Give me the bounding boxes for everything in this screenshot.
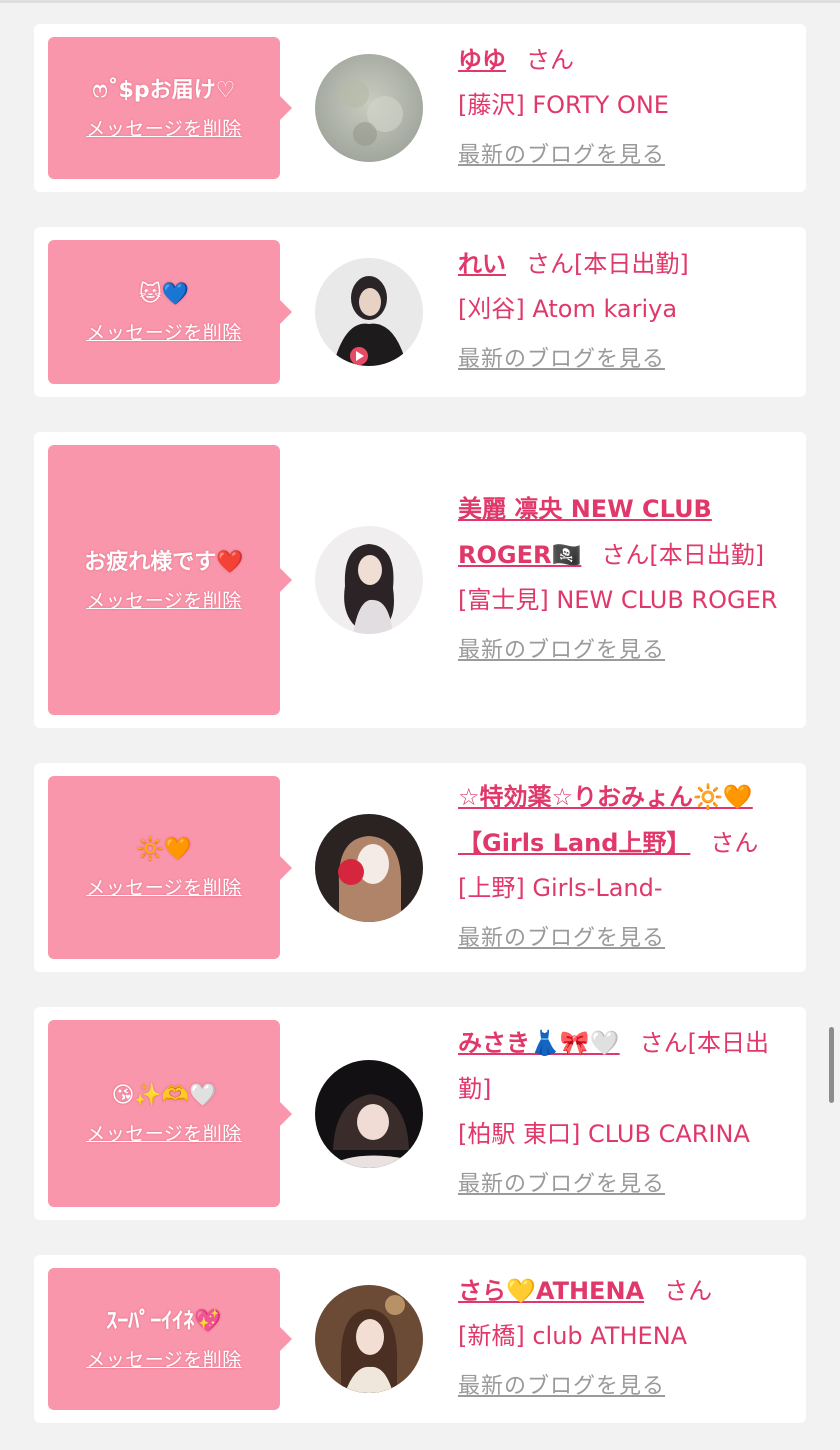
- avatar[interactable]: [315, 526, 423, 634]
- shop-label: [新橋] club ATHENA: [458, 1322, 688, 1350]
- message-bubble: 🐱💙 メッセージを削除: [48, 240, 292, 384]
- shop-label: [上野] Girls-Land-: [458, 873, 663, 902]
- message-bubble: お疲れ様です❤️ メッセージを削除: [48, 445, 292, 715]
- delete-message-link[interactable]: メッセージを削除: [86, 1345, 242, 1372]
- avatar[interactable]: [315, 813, 423, 922]
- avatar[interactable]: [315, 1285, 423, 1393]
- message-bubble: 😘✨🫶🤍 メッセージを削除: [48, 1020, 292, 1207]
- message-list: ෆ˚$pお届け♡ メッセージを削除 ゆゆ さん [藤沢] FORTY ONE 最新…: [34, 24, 806, 1423]
- avatar[interactable]: [315, 258, 423, 366]
- avatar-image: [315, 526, 423, 634]
- message-bubble: ｽｰﾊﾟｰｲｲﾈ💖 メッセージを削除: [48, 1268, 292, 1410]
- avatar-image: [315, 813, 423, 922]
- sender-suffix: さん: [526, 46, 574, 74]
- message-text: ｽｰﾊﾟｰｲｲﾈ💖: [106, 1308, 222, 1334]
- shop-label: [富士見] NEW CLUB ROGER: [458, 586, 778, 614]
- message-card: ෆ˚$pお届け♡ メッセージを削除 ゆゆ さん [藤沢] FORTY ONE 最新…: [34, 24, 806, 192]
- sender-suffix: さん[本日出勤]: [526, 250, 689, 278]
- latest-blog-link[interactable]: 最新のブログを見る: [458, 1162, 665, 1208]
- avatar-image: [315, 1059, 423, 1168]
- sender-info: さら💛ATHENA さん [新橋] club ATHENA 最新のブログを見る: [458, 1268, 792, 1410]
- sender-name-link[interactable]: ゆゆ: [458, 46, 506, 74]
- shop-label: [柏駅 東口] CLUB CARINA: [458, 1119, 750, 1148]
- sender-suffix: さん: [664, 1277, 713, 1305]
- avatar[interactable]: [315, 54, 423, 162]
- message-bubble: 🔆🧡 メッセージを削除: [48, 776, 292, 959]
- delete-message-link[interactable]: メッセージを削除: [86, 586, 242, 613]
- sender-name-link[interactable]: みさき👗🎀🤍: [458, 1029, 620, 1057]
- sender-info: 美麗 凛央 NEW CLUB ROGER🏴‍☠️ さん[本日出勤] [富士見] N…: [458, 486, 792, 674]
- message-text: 🐱💙: [138, 281, 190, 307]
- latest-blog-link[interactable]: 最新のブログを見る: [458, 628, 665, 674]
- latest-blog-link[interactable]: 最新のブログを見る: [458, 916, 665, 962]
- latest-blog-link[interactable]: 最新のブログを見る: [458, 133, 665, 179]
- shop-label: [藤沢] FORTY ONE: [458, 91, 669, 119]
- message-bubble: ෆ˚$pお届け♡ メッセージを削除: [48, 37, 292, 179]
- sender-suffix: さん[本日出勤]: [601, 541, 765, 569]
- avatar-image: [315, 1285, 423, 1393]
- message-text: ෆ˚$pお届け♡: [92, 77, 236, 103]
- message-card: 😘✨🫶🤍 メッセージを削除 みさき👗🎀🤍 さん[本日出勤] [柏駅 東口] CLU…: [34, 1007, 806, 1220]
- sender-suffix: さん: [710, 828, 759, 857]
- latest-blog-link[interactable]: 最新のブログを見る: [458, 337, 665, 383]
- delete-message-link[interactable]: メッセージを削除: [86, 1119, 242, 1146]
- sender-name-link[interactable]: ☆特効薬☆りおみょん🔆🧡【Girls Land上野】: [458, 783, 753, 857]
- avatar-image: [315, 258, 423, 366]
- message-card: 🔆🧡 メッセージを削除 ☆特効薬☆りおみょん🔆🧡【Girls Land上野】 さん…: [34, 763, 806, 972]
- message-card: お疲れ様です❤️ メッセージを削除 美麗 凛央 NEW CLUB ROGER🏴‍…: [34, 432, 806, 728]
- top-divider: [0, 0, 840, 3]
- message-text: お疲れ様です❤️: [84, 549, 244, 575]
- message-card: ｽｰﾊﾟｰｲｲﾈ💖 メッセージを削除 さら💛ATHENA さん [新橋] club…: [34, 1255, 806, 1423]
- delete-message-link[interactable]: メッセージを削除: [86, 114, 242, 141]
- avatar-image: [315, 54, 423, 162]
- avatar[interactable]: [315, 1059, 423, 1168]
- sender-info: ☆特効薬☆りおみょん🔆🧡【Girls Land上野】 さん [上野] Girls-…: [458, 774, 792, 962]
- shop-label: [刈谷] Atom kariya: [458, 295, 678, 323]
- message-text: 😘✨🫶🤍: [111, 1083, 217, 1108]
- delete-message-link[interactable]: メッセージを削除: [86, 318, 242, 345]
- message-text: 🔆🧡: [136, 837, 192, 862]
- scrollbar[interactable]: [829, 1027, 834, 1103]
- sender-info: れい さん[本日出勤] [刈谷] Atom kariya 最新のブログを見る: [458, 241, 792, 383]
- sender-info: みさき👗🎀🤍 さん[本日出勤] [柏駅 東口] CLUB CARINA 最新のブロ…: [458, 1020, 792, 1208]
- message-card: 🐱💙 メッセージを削除 れい さん[本日出勤] [刈谷] Atom kariya …: [34, 227, 806, 397]
- sender-name-link[interactable]: れい: [458, 250, 506, 278]
- sender-info: ゆゆ さん [藤沢] FORTY ONE 最新のブログを見る: [458, 37, 792, 179]
- latest-blog-link[interactable]: 最新のブログを見る: [458, 1364, 665, 1410]
- delete-message-link[interactable]: メッセージを削除: [86, 873, 242, 900]
- sender-name-link[interactable]: さら💛ATHENA: [458, 1277, 644, 1305]
